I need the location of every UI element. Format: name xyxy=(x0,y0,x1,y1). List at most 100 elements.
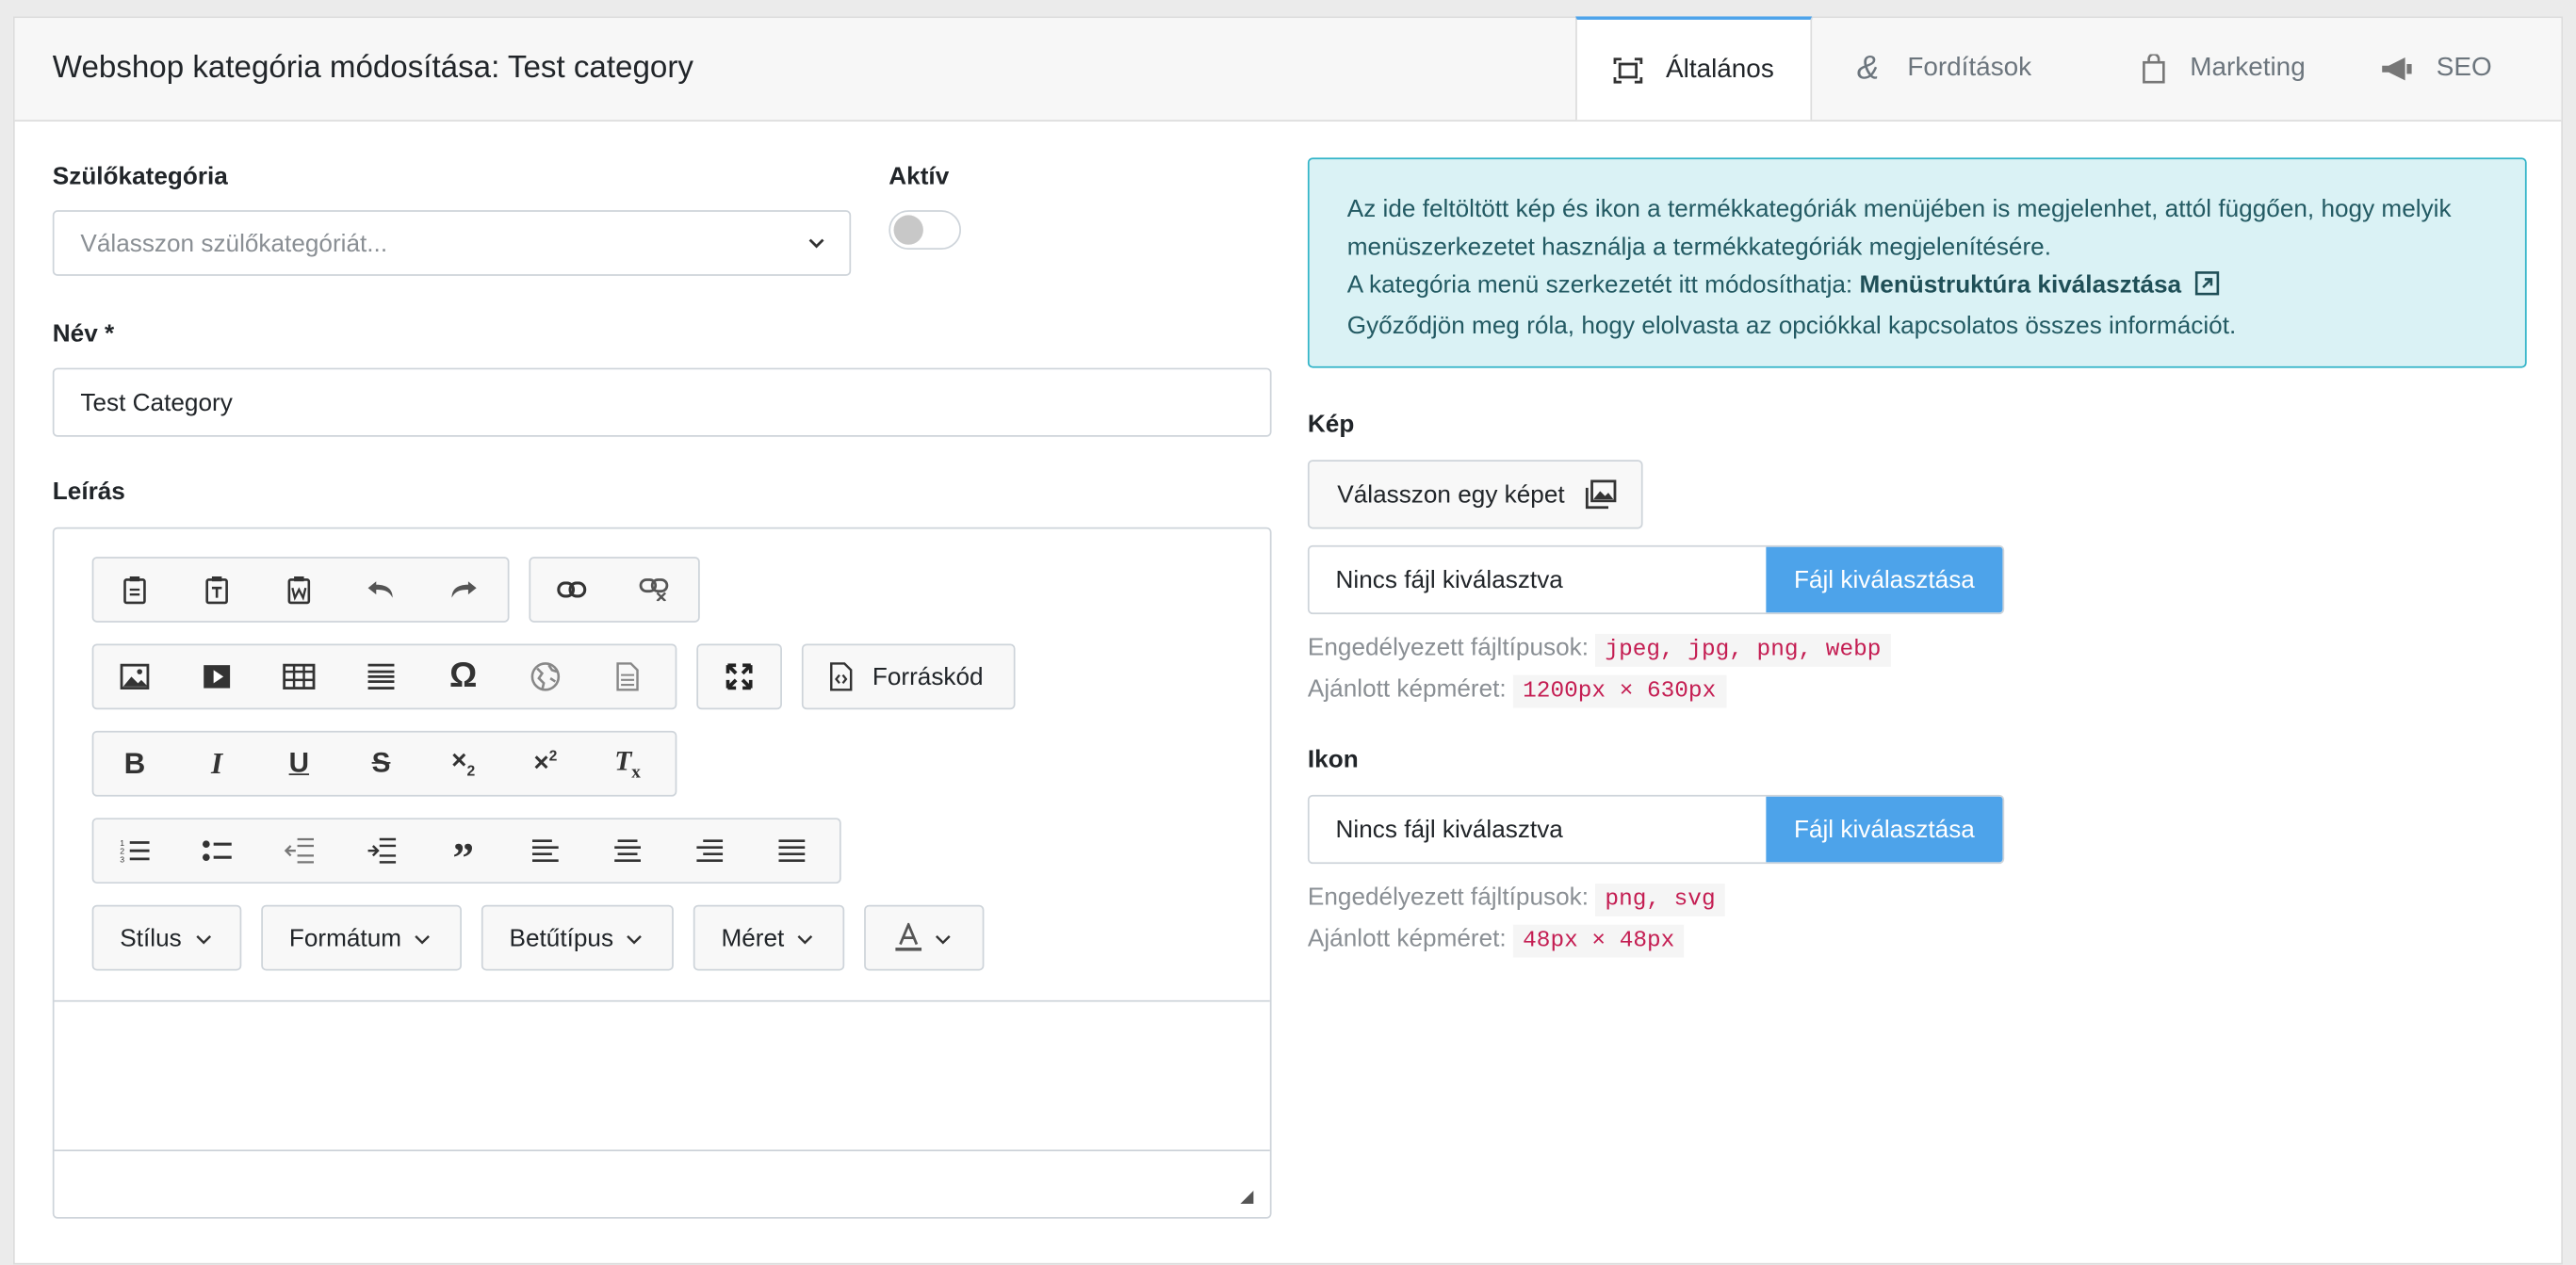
info-line-2-text: A kategória menü szerkezetét itt módosít… xyxy=(1346,270,1853,300)
undo-icon[interactable] xyxy=(340,559,422,621)
parent-category-label: Szülőkategória xyxy=(52,162,228,191)
icon-types-label: Engedélyezett fájltípusok: xyxy=(1307,884,1589,912)
text-color-icon xyxy=(895,922,922,952)
table-icon[interactable] xyxy=(258,645,340,707)
bold-icon[interactable]: B xyxy=(93,733,175,795)
icon-help: Engedélyezett fájltípusok: png, svg Ajánl… xyxy=(1307,879,1726,961)
align-left-icon[interactable] xyxy=(504,819,586,882)
style-dropdown-label: Stílus xyxy=(120,923,182,952)
icon-types-value: png, svg xyxy=(1594,884,1726,916)
fullscreen-group xyxy=(696,643,782,710)
image-types-value: jpeg, jpg, png, webp xyxy=(1594,634,1891,667)
font-family-dropdown[interactable]: Betűtípus xyxy=(481,904,674,971)
format-dropdown[interactable]: Formátum xyxy=(261,904,462,971)
pick-image-button[interactable]: Válasszon egy képet xyxy=(1307,460,1643,529)
category-edit-card: Webshop kategória módosítása: Test categ… xyxy=(12,16,2564,1265)
svg-text:3: 3 xyxy=(120,854,124,864)
outdent-icon[interactable] xyxy=(258,819,340,882)
card-header: Webshop kategória módosítása: Test categ… xyxy=(14,16,2562,122)
image-file-choose-button[interactable]: Fájl kiválasztása xyxy=(1766,546,2003,613)
link-icon[interactable] xyxy=(530,559,612,621)
paste-icon[interactable] xyxy=(93,559,175,621)
image-file-input[interactable]: Nincs fájl kiválasztva Fájl kiválasztása xyxy=(1307,544,2005,615)
paste-word-icon[interactable] xyxy=(258,559,340,621)
tab-label: SEO xyxy=(2436,54,2492,83)
name-label: Név * xyxy=(52,320,115,349)
image-label: Kép xyxy=(1307,410,1355,439)
align-right-icon[interactable] xyxy=(669,819,751,882)
tab-general[interactable]: Általános xyxy=(1575,16,1813,121)
underline-icon[interactable]: U xyxy=(258,733,340,795)
icon-file-name: Nincs fájl kiválasztva xyxy=(1335,816,1563,845)
special-char-icon[interactable]: Ω xyxy=(422,645,504,707)
icon-file-choose-button[interactable]: Fájl kiválasztása xyxy=(1766,796,2003,863)
tab-label: Általános xyxy=(1666,55,1774,84)
info-line-1: Az ide feltöltött kép és ikon a termékka… xyxy=(1346,195,2452,262)
horizontal-line-icon[interactable] xyxy=(340,645,422,707)
editor-toolbar: Ω Forráskód B I U S ×2 ×2 Tx 1 2 3 ” Stí… xyxy=(54,528,1270,1002)
style-dropdown[interactable]: Stílus xyxy=(91,904,242,971)
font-size-dropdown[interactable]: Méret xyxy=(693,904,845,971)
format-dropdown-label: Formátum xyxy=(288,923,402,952)
clear-format-icon[interactable]: Tx xyxy=(586,733,668,795)
tab-bar: Általános & Fordítások Marketing SEO xyxy=(1575,16,2561,121)
image-file-name: Nincs fájl kiválasztva xyxy=(1335,566,1563,595)
insert-group: Ω xyxy=(91,643,677,710)
paragraph-group: 123 ” xyxy=(91,818,841,884)
align-justify-icon[interactable] xyxy=(751,819,833,882)
chevron-down-icon xyxy=(935,924,951,952)
images-icon xyxy=(1584,479,1617,515)
globe-icon[interactable] xyxy=(504,645,586,707)
active-toggle[interactable] xyxy=(889,210,962,251)
source-code-icon xyxy=(830,662,853,691)
font-family-dropdown-label: Betűtípus xyxy=(509,923,614,952)
bullet-list-icon[interactable] xyxy=(176,819,258,882)
menu-structure-link[interactable]: Menüstruktúra kiválasztása xyxy=(1859,271,2181,300)
font-size-dropdown-label: Méret xyxy=(721,923,785,952)
image-size-value: 1200px × 630px xyxy=(1512,674,1726,708)
tab-marketing[interactable]: Marketing xyxy=(2105,18,2345,120)
redo-icon[interactable] xyxy=(422,559,504,621)
align-center-icon[interactable] xyxy=(586,819,668,882)
document-icon[interactable] xyxy=(586,645,668,707)
shopping-bag-icon xyxy=(2141,53,2167,86)
superscript-icon[interactable]: ×2 xyxy=(504,733,586,795)
numbered-list-icon[interactable]: 123 xyxy=(93,819,175,882)
text-color-dropdown[interactable] xyxy=(864,904,985,971)
unlink-icon[interactable] xyxy=(612,559,694,621)
blockquote-icon[interactable]: ” xyxy=(422,819,504,882)
info-alert: Az ide feltöltött kép és ikon a termékka… xyxy=(1307,157,2527,368)
source-code-label: Forráskód xyxy=(872,662,984,691)
megaphone-icon xyxy=(2380,53,2413,86)
chevron-down-icon xyxy=(195,924,211,952)
italic-icon[interactable]: I xyxy=(176,733,258,795)
video-icon[interactable] xyxy=(176,645,258,707)
info-line-2: A kategória menü szerkezetét itt módosít… xyxy=(1347,266,2487,307)
image-types-label: Engedélyezett fájltípusok: xyxy=(1307,634,1589,662)
pick-image-label: Válasszon egy képet xyxy=(1337,480,1565,510)
indent-icon[interactable] xyxy=(340,819,422,882)
resize-handle-icon[interactable] xyxy=(1240,1191,1254,1205)
tab-seo[interactable]: SEO xyxy=(2344,18,2561,120)
paste-text-icon[interactable] xyxy=(176,559,258,621)
icon-file-input[interactable]: Nincs fájl kiválasztva Fájl kiválasztása xyxy=(1307,794,2005,865)
image-size-label: Ajánlott képméret: xyxy=(1307,674,1507,704)
name-input[interactable]: Test Category xyxy=(52,367,1272,437)
parent-category-select[interactable]: Válasszon szülőkategóriát... xyxy=(52,210,852,276)
source-code-button[interactable]: Forráskód xyxy=(801,643,1016,710)
image-icon[interactable] xyxy=(93,645,175,707)
fullscreen-icon[interactable] xyxy=(698,645,780,707)
editor-content-area[interactable] xyxy=(55,1002,1270,1150)
strikethrough-icon[interactable]: S xyxy=(340,733,422,795)
toggle-knob xyxy=(893,215,923,245)
external-link-icon[interactable] xyxy=(2194,269,2220,307)
info-line-3: Győződjön meg róla, hogy elolvasta az op… xyxy=(1346,312,2237,340)
subscript-icon[interactable]: ×2 xyxy=(422,733,504,795)
icon-size-label: Ajánlott képméret: xyxy=(1307,924,1507,953)
tab-label: Fordítások xyxy=(1907,54,2032,83)
image-help: Engedélyezett fájltípusok: jpeg, jpg, png… xyxy=(1308,629,1891,711)
description-label: Leírás xyxy=(52,478,125,507)
icon-size-value: 48px × 48px xyxy=(1512,924,1685,958)
tab-translations[interactable]: & Fordítások xyxy=(1812,18,2104,120)
chevron-down-icon xyxy=(807,232,826,260)
